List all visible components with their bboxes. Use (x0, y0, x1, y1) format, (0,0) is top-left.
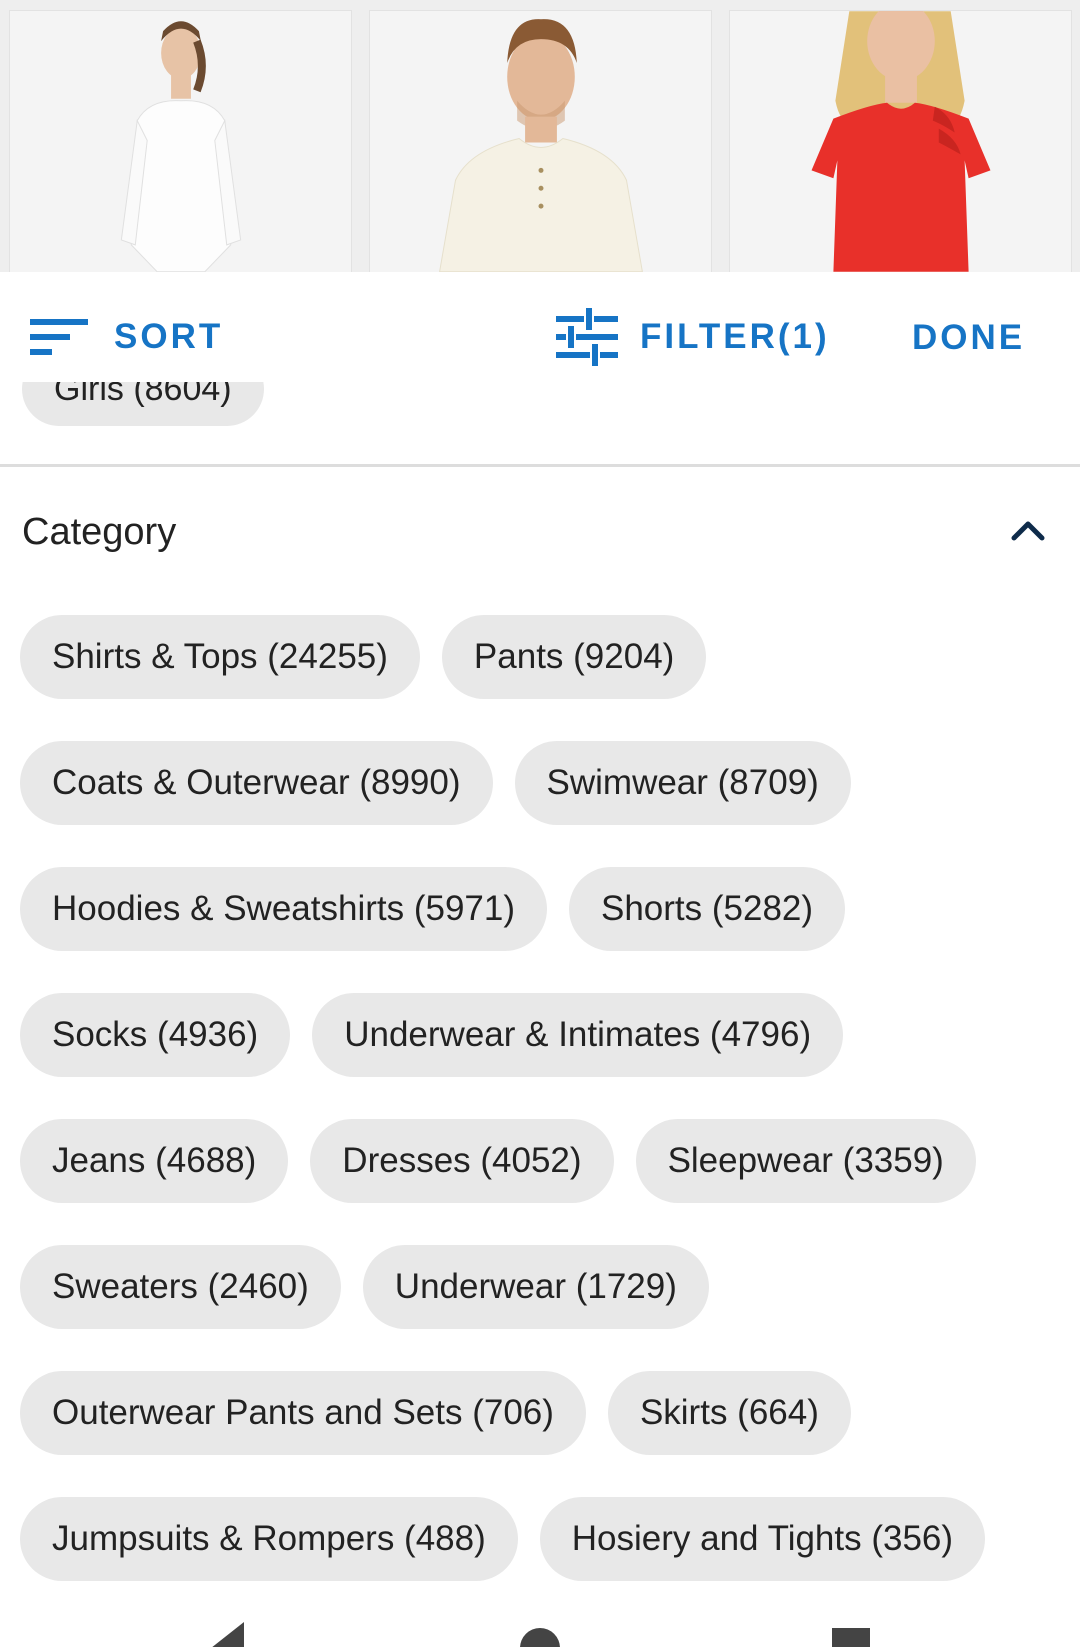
sort-button[interactable]: SORT (30, 312, 223, 362)
chip-jeans[interactable]: Jeans (4688) (20, 1119, 289, 1203)
chip-label: Coats & Outerwear (8990) (52, 763, 461, 802)
chip-label: Underwear (1729) (394, 1267, 677, 1306)
chip-sleepwear[interactable]: Sleepwear (3359) (635, 1119, 976, 1203)
chevron-up-icon[interactable] (1010, 516, 1046, 544)
chip-label: Sleepwear (3359) (667, 1141, 944, 1180)
chip-row: Jeans (4688) Dresses (4052) Sleepwear (3… (20, 1119, 1060, 1203)
chip-row: Socks (4936) Underwear & Intimates (4796… (20, 993, 1060, 1077)
category-section-header[interactable]: Category (0, 496, 1080, 568)
chip-underwear-intimates[interactable]: Underwear & Intimates (4796) (312, 993, 844, 1077)
chip-row: Sweaters (2460) Underwear (1729) (20, 1245, 1060, 1329)
chip-label: Sweaters (2460) (52, 1267, 309, 1306)
partial-chip-girls[interactable]: Girls (8604) (22, 382, 264, 426)
category-title: Category (22, 510, 177, 553)
triangle-back-icon[interactable] (200, 1622, 250, 1647)
done-label: DONE (912, 318, 1026, 357)
sort-lines-icon (30, 319, 88, 355)
chip-hoodies-sweatshirts[interactable]: Hoodies & Sweatshirts (5971) (20, 867, 547, 951)
tune-sliders-icon (556, 308, 618, 366)
section-divider (0, 464, 1080, 467)
chip-skirts[interactable]: Skirts (664) (607, 1371, 851, 1455)
chip-coats-outerwear[interactable]: Coats & Outerwear (8990) (20, 741, 493, 825)
filter-label: FILTER(1) (640, 317, 830, 356)
chip-label: Outerwear Pants and Sets (706) (52, 1393, 554, 1432)
sort-filter-toolbar: SORT FILTER(1) DONE (0, 272, 1080, 382)
chip-row: Outerwear Pants and Sets (706) Skirts (6… (20, 1371, 1060, 1455)
square-recents-icon[interactable] (830, 1626, 872, 1647)
chip-label: Shorts (5282) (601, 889, 814, 928)
chip-row: Jumpsuits & Rompers (488) Hosiery and Ti… (20, 1497, 1060, 1581)
product-image-red-ruffle-tee (730, 11, 1071, 272)
product-card-red-ruffle-tee[interactable] (729, 10, 1072, 272)
chip-swimwear[interactable]: Swimwear (8709) (514, 741, 851, 825)
chip-label: Jumpsuits & Rompers (488) (52, 1519, 486, 1558)
sort-label: SORT (114, 317, 224, 356)
chip-label: Pants (9204) (473, 637, 675, 676)
chip-row: Hoodies & Sweatshirts (5971) Shorts (528… (20, 867, 1060, 951)
chip-shorts[interactable]: Shorts (5282) (569, 867, 846, 951)
chip-shirts-tops[interactable]: Shirts & Tops (24255) (20, 615, 420, 699)
chip-outerwear-pants-sets[interactable]: Outerwear Pants and Sets (706) (20, 1371, 586, 1455)
product-image-henley-shirt (370, 11, 711, 272)
chip-sweaters[interactable]: Sweaters (2460) (20, 1245, 341, 1329)
chip-label: Hoodies & Sweatshirts (5971) (52, 889, 515, 928)
chip-jumpsuits-rompers[interactable]: Jumpsuits & Rompers (488) (20, 1497, 518, 1581)
product-image-white-bodysuit (10, 11, 351, 272)
chip-label: Jeans (4688) (52, 1141, 257, 1180)
chip-label: Shirts & Tops (24255) (52, 637, 388, 676)
partial-chip-label: Girls (8604) (54, 382, 232, 408)
chip-label: Dresses (4052) (342, 1141, 582, 1180)
chip-label: Swimwear (8709) (546, 763, 819, 802)
chip-hosiery-tights[interactable]: Hosiery and Tights (356) (539, 1497, 986, 1581)
chip-label: Socks (4936) (52, 1015, 259, 1054)
chip-label: Underwear & Intimates (4796) (344, 1015, 812, 1054)
chip-pants[interactable]: Pants (9204) (441, 615, 707, 699)
chip-socks[interactable]: Socks (4936) (20, 993, 291, 1077)
chip-label: Skirts (664) (639, 1393, 819, 1432)
circle-home-icon[interactable] (518, 1626, 562, 1647)
chip-label: Hosiery and Tights (356) (571, 1519, 954, 1558)
previous-section-tail: Girls (8604) (0, 382, 1080, 464)
chip-dresses[interactable]: Dresses (4052) (310, 1119, 614, 1203)
chip-row: Coats & Outerwear (8990) Swimwear (8709) (20, 741, 1060, 825)
filter-button[interactable]: FILTER(1) (556, 308, 830, 366)
done-button[interactable]: DONE (912, 318, 1025, 358)
product-card-henley-shirt[interactable] (369, 10, 712, 272)
system-navigation-bar (0, 1600, 1080, 1647)
product-image-strip (0, 0, 1080, 272)
category-chip-list: Shirts & Tops (24255) Pants (9204) Coats… (20, 615, 1060, 1623)
product-card-white-bodysuit[interactable] (9, 10, 352, 272)
chip-row: Shirts & Tops (24255) Pants (9204) (20, 615, 1060, 699)
chip-underwear[interactable]: Underwear (1729) (362, 1245, 709, 1329)
